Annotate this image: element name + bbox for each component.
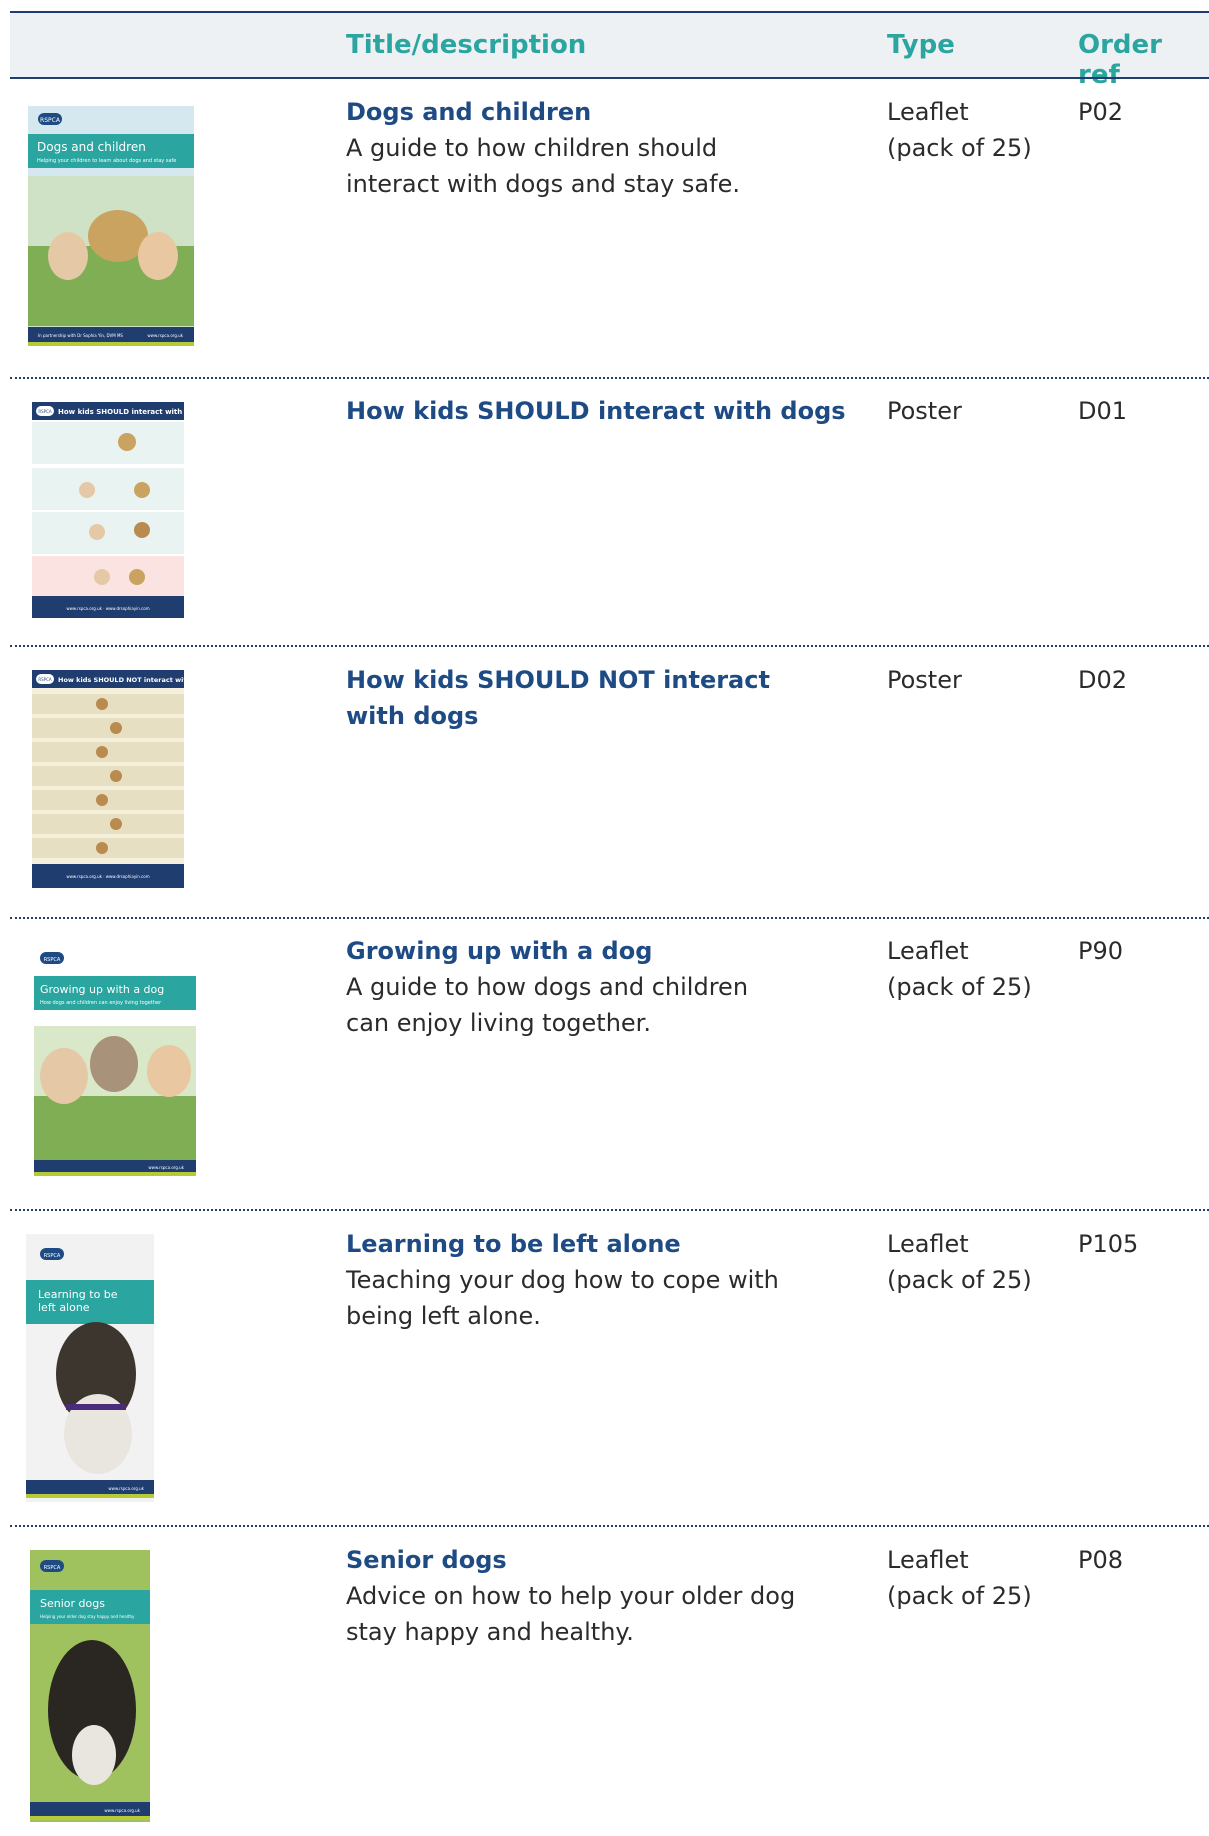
svg-text:www.rspca.org.uk: www.rspca.org.uk (104, 1808, 140, 1813)
svg-text:Senior dogs: Senior dogs (40, 1597, 105, 1610)
leaflet-cover-senior-dogs: RSPCA Senior dogs Helping your older dog… (30, 1550, 150, 1822)
leaflet-cover-learning-to-be-left-alone: RSPCA Learning to be left alone www.rspc… (26, 1234, 154, 1502)
item-type-line: (pack of 25) (887, 1582, 1032, 1610)
svg-text:Learning to be: Learning to be (38, 1288, 118, 1301)
item-type-line: Poster (887, 666, 962, 694)
svg-text:RSPCA: RSPCA (38, 677, 52, 682)
header-order-ref: Order ref (1078, 30, 1162, 90)
item-description-line: Advice on how to help your older dog (346, 1582, 796, 1610)
item-description-line: Teaching your dog how to cope with (346, 1266, 779, 1294)
item-title: Senior dogs (346, 1546, 507, 1574)
item-type-line: Leaflet (887, 1230, 969, 1258)
item-type-line: (pack of 25) (887, 1266, 1032, 1294)
item-description-line: stay happy and healthy. (346, 1618, 634, 1646)
svg-text:www.rspca.org.uk: www.rspca.org.uk (148, 1165, 184, 1170)
item-type-line: Leaflet (887, 937, 969, 965)
item-title-line: with dogs (346, 702, 479, 730)
item-type-line: Leaflet (887, 98, 969, 126)
svg-text:RSPCA: RSPCA (40, 117, 61, 124)
svg-text:RSPCA: RSPCA (44, 957, 61, 963)
item-type-line: (pack of 25) (887, 973, 1032, 1001)
svg-text:Growing up with a dog: Growing up with a dog (40, 983, 164, 996)
item-order-ref: P105 (1078, 1230, 1139, 1258)
svg-text:left alone: left alone (38, 1301, 90, 1314)
item-type-line: Leaflet (887, 1546, 969, 1574)
item-order-ref: P08 (1078, 1546, 1124, 1574)
header-type: Type (887, 30, 955, 60)
item-description-line: being left alone. (346, 1302, 541, 1330)
svg-text:www.rspca.org.uk: www.rspca.org.uk (147, 333, 183, 338)
item-description-line: A guide to how children should (346, 134, 718, 162)
svg-text:www.rspca.org.uk · www.drsophi: www.rspca.org.uk · www.drsophiayin.com (66, 874, 149, 879)
item-title: Learning to be left alone (346, 1230, 681, 1258)
item-order-ref: P02 (1078, 98, 1124, 126)
row-divider (10, 1209, 1209, 1211)
svg-text:How kids SHOULD interact with: How kids SHOULD interact with dogs (58, 408, 184, 416)
leaflet-cover-dogs-and-children: RSPCA Dogs and children Helping your chi… (28, 106, 194, 346)
poster-thumb-should-interact: RSPCA How kids SHOULD interact with dogs… (32, 402, 184, 618)
item-title: Growing up with a dog (346, 937, 653, 965)
svg-text:Helping your children to learn: Helping your children to learn about dog… (37, 158, 176, 164)
leaflet-cover-growing-up-with-a-dog: RSPCA Growing up with a dog How dogs and… (34, 946, 196, 1176)
row-divider (10, 377, 1209, 379)
row-divider (10, 1525, 1209, 1527)
item-order-ref: D01 (1078, 397, 1128, 425)
item-title: Dogs and children (346, 98, 592, 126)
item-description-line: A guide to how dogs and children (346, 973, 749, 1001)
item-order-ref: P90 (1078, 937, 1124, 965)
svg-text:Dogs and children: Dogs and children (37, 140, 146, 154)
svg-text:RSPCA: RSPCA (44, 1253, 61, 1259)
svg-text:RSPCA: RSPCA (44, 1565, 61, 1571)
item-type-line: Poster (887, 397, 962, 425)
item-order-ref: D02 (1078, 666, 1128, 694)
item-type-line: (pack of 25) (887, 134, 1032, 162)
svg-text:How kids SHOULD NOT interact w: How kids SHOULD NOT interact with dogs (58, 676, 184, 684)
item-description-line: interact with dogs and stay safe. (346, 170, 740, 198)
svg-text:RSPCA: RSPCA (38, 409, 52, 414)
svg-text:www.rspca.org.uk: www.rspca.org.uk (108, 1486, 144, 1491)
svg-text:In partnership with Dr Sophia: In partnership with Dr Sophia Yin, DVM M… (38, 333, 123, 338)
item-title-line: How kids SHOULD NOT interact (346, 666, 770, 694)
poster-thumb-should-not-interact: RSPCA How kids SHOULD NOT interact with … (32, 670, 184, 888)
svg-text:How dogs and children can enjo: How dogs and children can enjoy living t… (40, 1000, 162, 1006)
header-bottom-rule (10, 77, 1209, 79)
row-divider (10, 917, 1209, 919)
svg-text:www.rspca.org.uk · www.drsophi: www.rspca.org.uk · www.drsophiayin.com (66, 606, 149, 611)
table-header: Title/description Type Order ref (10, 13, 1209, 90)
svg-text:Helping your older dog stay ha: Helping your older dog stay happy and he… (40, 1614, 135, 1619)
item-description-line: can enjoy living together. (346, 1009, 651, 1037)
header-title: Title/description (346, 30, 587, 60)
row-divider (10, 645, 1209, 647)
item-title: How kids SHOULD interact with dogs (346, 397, 846, 425)
